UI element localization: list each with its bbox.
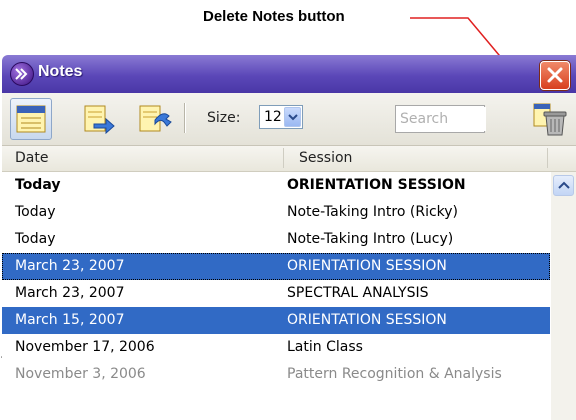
row-date: March 15, 2007	[15, 312, 125, 328]
row-session: ORIENTATION SESSION	[287, 312, 447, 328]
search-field[interactable]	[395, 105, 486, 133]
column-divider[interactable]	[283, 148, 284, 168]
font-size-value: 12	[264, 109, 282, 125]
toolbar-separator	[184, 103, 186, 133]
vertical-scrollbar[interactable]	[551, 172, 576, 420]
row-session: ORIENTATION SESSION	[287, 177, 466, 193]
row-date: Today	[15, 177, 61, 193]
column-divider[interactable]	[547, 148, 548, 168]
row-date: Today	[15, 231, 56, 247]
font-size-select[interactable]: 12	[259, 105, 303, 129]
chevron-up-icon	[558, 181, 570, 189]
table-row[interactable]: Today Note-Taking Intro (Lucy)	[2, 226, 550, 253]
table-row[interactable]: November 3, 2006 Pattern Recognition & A…	[2, 361, 550, 388]
notes-view-button[interactable]	[10, 98, 52, 140]
table-header: Date Session	[2, 146, 576, 172]
row-session: Pattern Recognition & Analysis	[287, 366, 502, 382]
column-header-date[interactable]: Date	[15, 150, 48, 166]
chevron-down-icon	[288, 114, 298, 121]
import-notes-button[interactable]	[78, 98, 118, 138]
scroll-up-button[interactable]	[553, 175, 574, 196]
notes-window: Notes Size: 12 Search Date Session Today…	[2, 55, 576, 420]
table-row[interactable]: November 17, 2006 Latin Class	[2, 334, 550, 361]
row-session: ORIENTATION SESSION	[287, 258, 447, 274]
row-date: November 17, 2006	[15, 339, 155, 355]
column-header-session[interactable]: Session	[299, 150, 352, 166]
row-date: Today	[15, 204, 56, 220]
import-icon	[84, 105, 115, 135]
table-row[interactable]: Today Note-Taking Intro (Ricky)	[2, 199, 550, 226]
app-logo-icon	[10, 62, 34, 86]
row-date: March 23, 2007	[15, 258, 125, 274]
row-session: Latin Class	[287, 339, 363, 355]
close-button[interactable]	[540, 61, 570, 90]
size-label: Size:	[207, 110, 241, 126]
row-session: Note-Taking Intro (Lucy)	[287, 231, 454, 247]
window-title: Notes	[38, 63, 83, 80]
trash-icon	[533, 103, 567, 136]
row-session: SPECTRAL ANALYSIS	[287, 285, 429, 301]
toolbar: Size: 12	[2, 93, 576, 146]
notes-list-icon	[16, 105, 46, 133]
delete-notes-button[interactable]	[530, 98, 570, 138]
row-date: March 23, 2007	[15, 285, 125, 301]
export-notes-button[interactable]	[133, 98, 173, 138]
close-icon	[547, 67, 563, 83]
export-icon	[139, 105, 172, 132]
table-row[interactable]: March 15, 2007 ORIENTATION SESSION	[2, 307, 550, 334]
table-row[interactable]: March 23, 2007 ORIENTATION SESSION	[2, 253, 550, 280]
size-dropdown-arrow[interactable]	[284, 107, 301, 127]
title-bar: Notes	[2, 55, 576, 93]
row-date: November 3, 2006	[15, 366, 146, 382]
row-session: Note-Taking Intro (Ricky)	[287, 204, 459, 220]
table-row[interactable]: Today ORIENTATION SESSION	[2, 172, 550, 199]
search-input[interactable]	[398, 107, 486, 131]
table-row[interactable]: March 23, 2007 SPECTRAL ANALYSIS	[2, 280, 550, 307]
